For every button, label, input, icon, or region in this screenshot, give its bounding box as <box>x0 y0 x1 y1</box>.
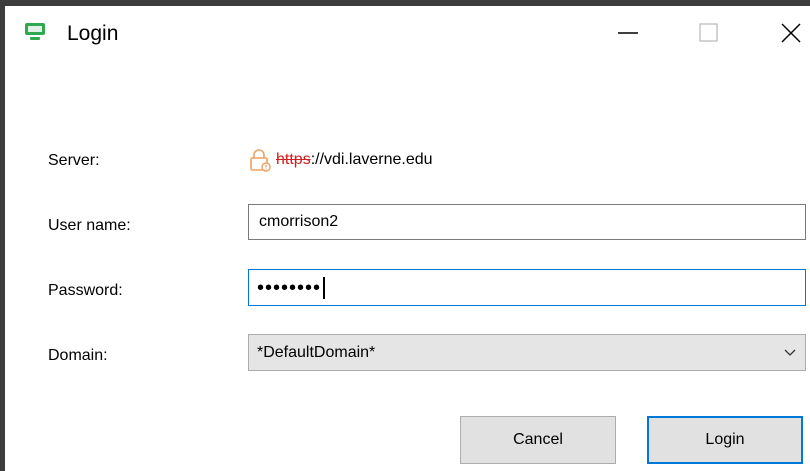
window-border-left <box>0 0 5 471</box>
username-label: User name: <box>48 217 131 234</box>
server-scheme: https <box>276 151 311 168</box>
maximize-button[interactable] <box>679 6 739 60</box>
minimize-icon <box>618 32 638 34</box>
minimize-button[interactable] <box>598 6 658 60</box>
login-button[interactable]: Login <box>647 416 803 464</box>
server-host: ://vdi.laverne.edu <box>310 151 433 168</box>
domain-label: Domain: <box>48 347 108 364</box>
password-masked-value: •••••••• <box>257 276 322 299</box>
domain-select[interactable]: *DefaultDomain* <box>248 334 806 371</box>
server-value: https://vdi.laverne.edu <box>248 148 433 172</box>
chevron-down-icon <box>784 349 796 356</box>
close-button[interactable] <box>761 6 810 60</box>
close-icon <box>781 23 801 43</box>
server-label: Server: <box>48 152 100 169</box>
title-bar[interactable]: Login <box>5 6 810 60</box>
monitor-app-icon <box>25 23 45 40</box>
password-input[interactable]: •••••••• <box>248 269 806 306</box>
password-label: Password: <box>48 282 123 299</box>
lock-warning-icon <box>250 149 271 172</box>
cancel-button[interactable]: Cancel <box>460 416 616 464</box>
maximize-icon <box>699 23 718 42</box>
login-dialog: Login Server: https://vdi.laverne.edu U… <box>0 0 810 471</box>
username-input[interactable] <box>248 204 806 240</box>
text-caret <box>323 276 326 299</box>
window-title: Login <box>67 22 119 45</box>
domain-selected-value: *DefaultDomain* <box>257 343 376 361</box>
